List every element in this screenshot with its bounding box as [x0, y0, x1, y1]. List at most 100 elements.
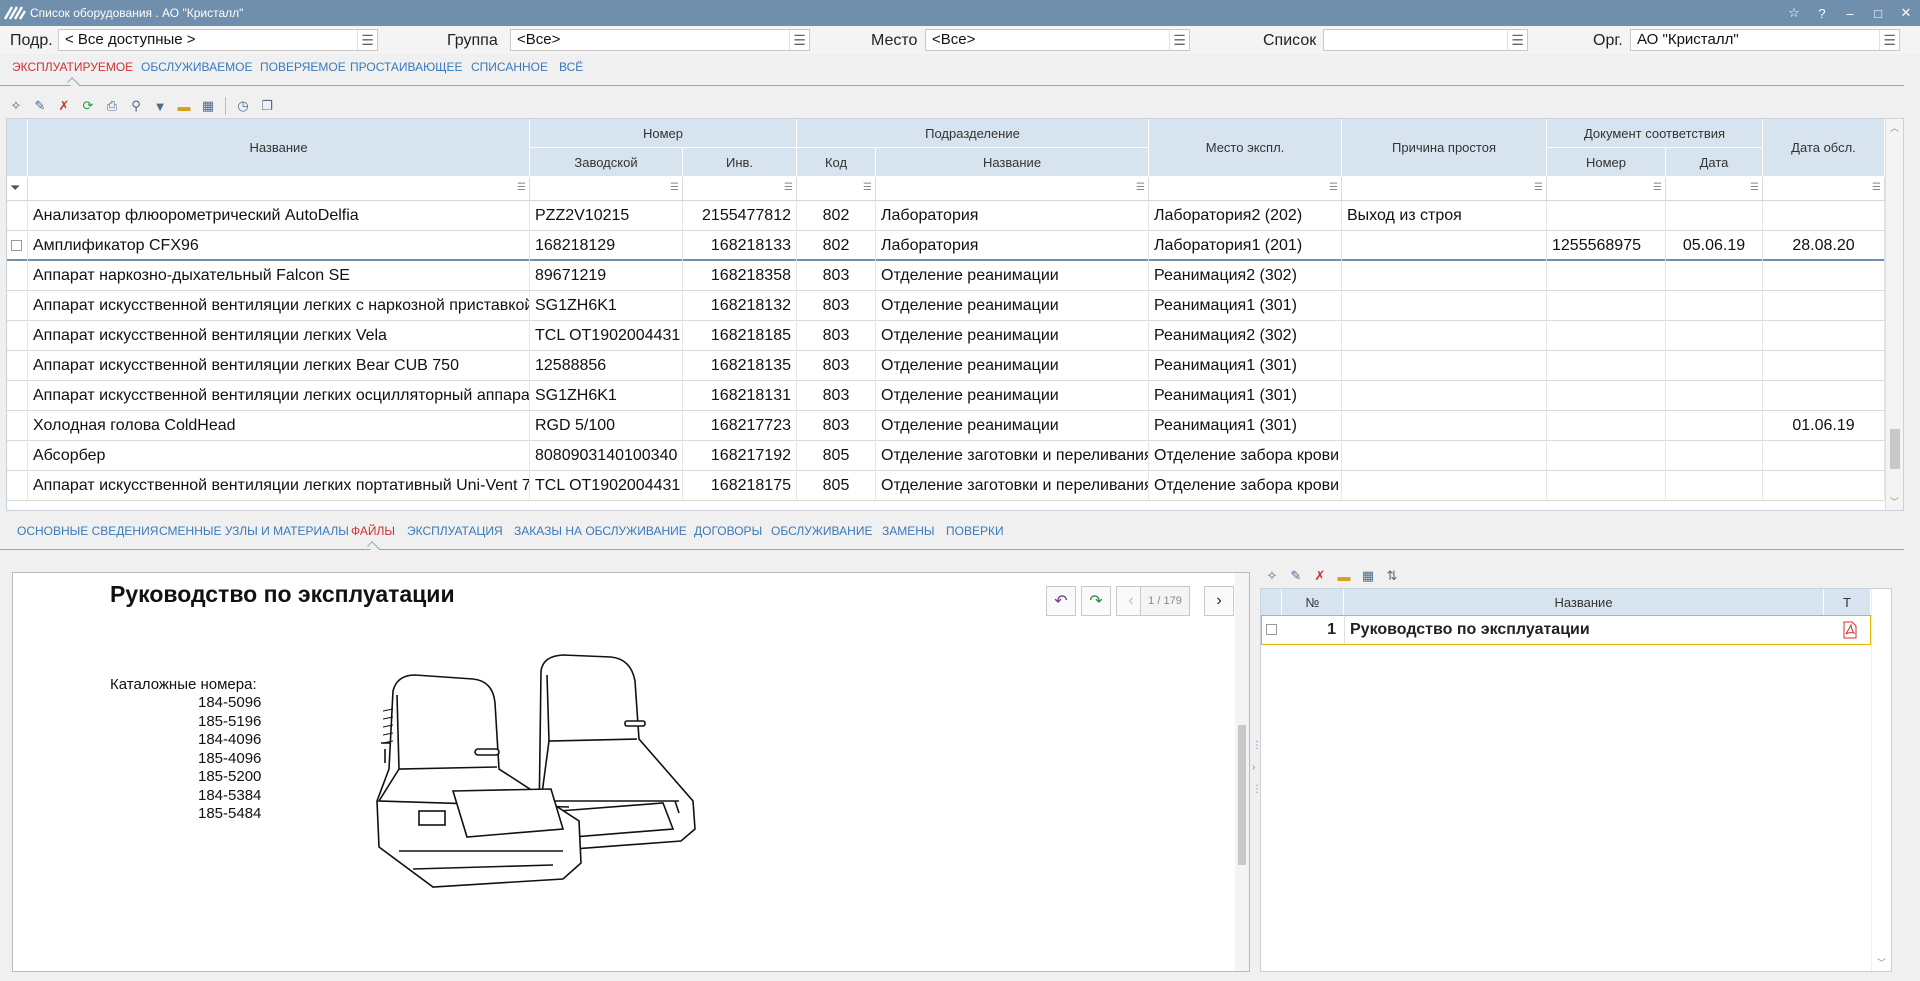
pdf-icon[interactable] [1842, 621, 1858, 642]
row-selector[interactable] [7, 411, 28, 441]
col-zavod-header[interactable]: Заводской [530, 148, 683, 177]
tab-idle[interactable]: ПРОСТАИВАЮЩЕЕ [350, 60, 463, 74]
menu-icon[interactable]: ☰ [1169, 30, 1189, 50]
refresh-icon[interactable]: ⟳ [78, 96, 98, 116]
layout-icon[interactable]: ▦ [1358, 566, 1378, 586]
layout-icon[interactable]: ▦ [198, 96, 218, 116]
table-row[interactable]: Аппарат искусственной вентиляции легких … [7, 471, 1885, 501]
filter-cell[interactable]: ☰ [530, 177, 683, 201]
filter-cell[interactable]: ☰ [797, 177, 876, 201]
scroll-up-icon[interactable]: ︿ [1890, 121, 1899, 134]
sort-icon[interactable]: ⇅ [1382, 566, 1402, 586]
group-field[interactable]: <Все> ☰ [510, 29, 810, 51]
col-name-header[interactable]: Название [28, 119, 530, 177]
col-file-name-header[interactable]: Название [1344, 589, 1824, 615]
col-prichina-header[interactable]: Причина простоя [1342, 119, 1547, 177]
table-row[interactable]: Аппарат искусственной вентиляции легких … [7, 291, 1885, 321]
col-dataobsl-header[interactable]: Дата обсл. [1763, 119, 1885, 177]
folder-icon[interactable]: ▬ [1334, 566, 1354, 586]
row-selector[interactable] [7, 201, 28, 231]
menu-icon[interactable]: ☰ [670, 182, 679, 193]
scroll-down-icon[interactable]: ﹀ [1877, 956, 1886, 969]
tab-maintenance[interactable]: ОБСЛУЖИВАНИЕ [771, 524, 872, 538]
menu-icon[interactable]: ☰ [1872, 182, 1881, 193]
table-row[interactable]: Холодная голова ColdHead RGD 5/100 1682177… [7, 411, 1885, 441]
tab-operated[interactable]: ЭКСПЛУАТИРУЕМОЕ [12, 60, 133, 74]
filter-cell[interactable]: ☰ [28, 177, 530, 201]
tab-contracts[interactable]: ДОГОВОРЫ [694, 524, 762, 538]
table-row[interactable]: Амплификатор CFX96 168218129 168218133 802 Л… [7, 231, 1885, 261]
filter-cell[interactable]: ☰ [876, 177, 1149, 201]
next-page-button[interactable]: › [1204, 586, 1234, 616]
menu-icon[interactable]: ☰ [1136, 182, 1145, 193]
table-row[interactable]: Абсорбер 8080903140100340 168217192 805 Отде… [7, 441, 1885, 471]
podr-field[interactable]: < Все доступные > ☰ [58, 29, 378, 51]
tab-replacements[interactable]: ЗАМЕНЫ [882, 524, 935, 538]
tab-written-off[interactable]: СПИСАННОЕ [471, 60, 548, 74]
help-icon[interactable]: ? [1808, 0, 1836, 26]
col-kod-header[interactable]: Код [797, 148, 876, 177]
col-num-header[interactable]: № [1282, 589, 1344, 615]
undo-button[interactable]: ↶ [1046, 586, 1076, 616]
new-icon[interactable]: ✧ [1262, 566, 1282, 586]
filter-cell[interactable]: ☰ [1666, 177, 1763, 201]
row-selector[interactable] [7, 471, 28, 501]
menu-icon[interactable]: ☰ [1750, 182, 1759, 193]
file-row[interactable]: 1 Руководство по эксплуатации [1261, 615, 1871, 645]
delete-icon[interactable]: ✗ [54, 96, 74, 116]
tab-files[interactable]: ФАЙЛЫ [351, 524, 395, 538]
search-icon[interactable]: ⚲ [126, 96, 146, 116]
row-selector[interactable] [7, 351, 28, 381]
viewer-scrollbar[interactable] [1235, 573, 1249, 971]
filter-cell[interactable]: ☰ [1342, 177, 1547, 201]
new-icon[interactable]: ✧ [6, 96, 26, 116]
tab-operation[interactable]: ЭКСПЛУАТАЦИЯ [407, 524, 503, 538]
copy-icon[interactable]: ❐ [257, 96, 277, 116]
menu-icon[interactable]: ☰ [789, 30, 809, 50]
folder-icon[interactable]: ▬ [174, 96, 194, 116]
list-field[interactable]: ☰ [1323, 29, 1528, 51]
filter-icon[interactable]: ⏷ [7, 177, 28, 201]
row-checkbox[interactable] [11, 240, 22, 251]
scroll-thumb[interactable] [1238, 725, 1246, 865]
menu-icon[interactable]: ☰ [1329, 182, 1338, 193]
row-selector[interactable] [7, 381, 28, 411]
close-icon[interactable]: ✕ [1892, 0, 1920, 26]
row-selector[interactable] [7, 291, 28, 321]
files-scrollbar[interactable]: ﹀ [1871, 589, 1891, 971]
minimize-icon[interactable]: – [1836, 0, 1864, 26]
table-row[interactable]: Анализатор флюорометрический AutoDelfia P… [7, 201, 1885, 231]
print-icon[interactable]: ⎙ [102, 96, 122, 116]
menu-icon[interactable]: ☰ [1879, 30, 1899, 50]
menu-icon[interactable]: ☰ [1507, 30, 1527, 50]
col-pname-header[interactable]: Название [876, 148, 1149, 177]
tab-all[interactable]: ВСЁ [559, 60, 583, 74]
tab-calibrations[interactable]: ПОВЕРКИ [946, 524, 1004, 538]
scroll-down-icon[interactable]: ﹀ [1890, 495, 1899, 508]
menu-icon[interactable]: ☰ [863, 182, 872, 193]
tab-verified[interactable]: ПОВЕРЯЕМОЕ [260, 60, 346, 74]
delete-icon[interactable]: ✗ [1310, 566, 1330, 586]
maximize-icon[interactable]: □ [1864, 0, 1892, 26]
edit-icon[interactable]: ✎ [30, 96, 50, 116]
favorite-icon[interactable]: ☆ [1780, 0, 1808, 26]
place-field[interactable]: <Все> ☰ [925, 29, 1190, 51]
tab-replaceable-parts[interactable]: СМЕННЫЕ УЗЛЫ И МАТЕРИАЛЫ [159, 524, 349, 538]
row-selector[interactable] [7, 261, 28, 291]
filter-cell[interactable]: ☰ [1149, 177, 1342, 201]
menu-icon[interactable]: ☰ [1653, 182, 1662, 193]
splitter-handle[interactable]: ⋮ › ⋮ [1252, 740, 1262, 810]
tab-basic-info[interactable]: ОСНОВНЫЕ СВЕДЕНИЯ [17, 524, 158, 538]
filter-cell[interactable]: ☰ [1763, 177, 1885, 201]
filter-cell[interactable]: ☰ [683, 177, 797, 201]
org-field[interactable]: АО "Кристалл" ☰ [1630, 29, 1900, 51]
scroll-thumb[interactable] [1890, 429, 1900, 469]
table-row[interactable]: Аппарат искусственной вентиляции легких … [7, 351, 1885, 381]
menu-icon[interactable]: ☰ [517, 182, 526, 193]
edit-icon[interactable]: ✎ [1286, 566, 1306, 586]
grid-scrollbar[interactable]: ︿ ﹀ [1885, 119, 1903, 510]
col-dnomer-header[interactable]: Номер [1547, 148, 1666, 177]
col-type-header[interactable]: Т [1824, 589, 1871, 615]
tab-serviced[interactable]: ОБСЛУЖИВАЕМОЕ [141, 60, 253, 74]
history-icon[interactable]: ◷ [233, 96, 253, 116]
